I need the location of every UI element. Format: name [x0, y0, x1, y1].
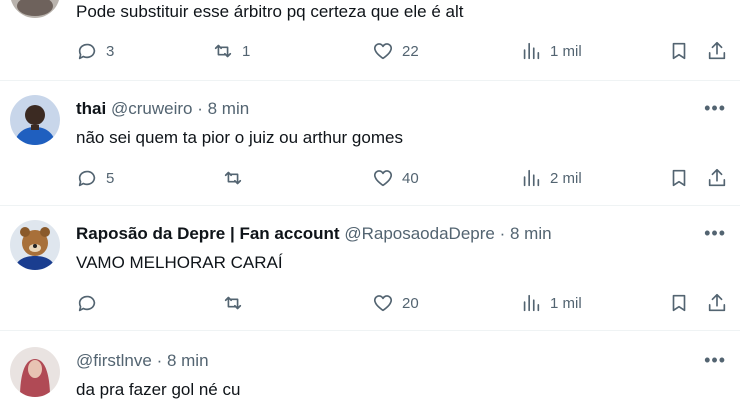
bookmark-button[interactable] — [668, 164, 690, 192]
share-icon — [708, 41, 726, 60]
repost-icon — [224, 296, 242, 310]
views-button[interactable]: 2 mil — [520, 164, 582, 192]
avatar[interactable] — [10, 220, 60, 270]
views-count: 1 mil — [550, 294, 582, 312]
views-icon — [523, 42, 540, 60]
views-count: 1 mil — [550, 42, 582, 60]
repost-button[interactable] — [222, 289, 260, 317]
like-count: 20 — [402, 294, 419, 312]
heart-icon — [373, 170, 393, 187]
like-count: 22 — [402, 42, 419, 60]
reply-icon — [78, 170, 96, 187]
repost-icon — [224, 171, 242, 185]
like-button[interactable]: 40 — [372, 164, 419, 192]
timestamp[interactable]: 8 min — [208, 99, 250, 118]
reply-button[interactable]: 5 — [76, 164, 114, 192]
post-0[interactable]: Pode substituir esse árbitro pq certeza … — [0, 0, 740, 80]
bookmark-button[interactable] — [668, 37, 690, 65]
repost-count: 1 — [242, 42, 251, 60]
timestamp[interactable]: 8 min — [167, 351, 209, 370]
separator-dot: · — [156, 351, 163, 370]
share-icon — [708, 168, 726, 187]
more-options-icon[interactable]: ••• — [704, 223, 726, 244]
avatar[interactable] — [10, 0, 60, 18]
timestamp[interactable]: 8 min — [510, 224, 552, 243]
post-text: não sei quem ta pior o juiz ou arthur go… — [76, 128, 403, 147]
bookmark-icon — [672, 294, 686, 312]
post-1[interactable]: thai @cruweiro · 8 min ••• não sei quem … — [0, 81, 740, 205]
post-3[interactable]: @firstlnve · 8 min ••• da pra fazer gol … — [0, 331, 740, 416]
post-actions: 20 1 mil — [76, 289, 736, 317]
handle[interactable]: @cruweiro — [111, 99, 193, 118]
post-header: @firstlnve · 8 min — [76, 351, 209, 371]
avatar[interactable] — [10, 95, 60, 145]
more-options-icon[interactable]: ••• — [704, 350, 726, 371]
share-button[interactable] — [706, 37, 728, 65]
like-button[interactable]: 22 — [372, 37, 419, 65]
post-2[interactable]: Raposão da Depre | Fan account @Raposaod… — [0, 206, 740, 330]
heart-icon — [373, 295, 393, 312]
reply-icon — [78, 295, 96, 312]
post-actions: 3 1 22 1 mil — [76, 37, 736, 65]
post-text: Pode substituir esse árbitro pq certeza … — [76, 2, 464, 21]
share-button[interactable] — [706, 289, 728, 317]
bookmark-icon — [672, 42, 686, 60]
post-text: VAMO MELHORAR CARAÍ — [76, 253, 283, 272]
separator-dot: · — [499, 224, 506, 243]
display-name[interactable]: thai — [76, 99, 106, 118]
handle[interactable]: @firstlnve — [76, 351, 152, 370]
post-header: Raposão da Depre | Fan account @Raposaod… — [76, 224, 552, 244]
post-text: da pra fazer gol né cu — [76, 380, 241, 399]
heart-icon — [373, 43, 393, 60]
avatar[interactable] — [10, 347, 60, 397]
post-header: thai @cruweiro · 8 min — [76, 99, 249, 119]
share-icon — [708, 293, 726, 312]
handle[interactable]: @RaposaodaDepre — [344, 224, 495, 243]
reply-button[interactable] — [76, 289, 114, 317]
views-count: 2 mil — [550, 169, 582, 187]
share-button[interactable] — [706, 164, 728, 192]
post-actions: 5 40 2 mil — [76, 164, 736, 192]
reply-icon — [78, 43, 96, 60]
reply-count: 3 — [106, 42, 115, 60]
repost-button[interactable]: 1 — [212, 37, 250, 65]
display-name[interactable]: Raposão da Depre | Fan account — [76, 224, 340, 243]
reply-count: 5 — [106, 169, 115, 187]
views-button[interactable]: 1 mil — [520, 289, 582, 317]
reply-button[interactable]: 3 — [76, 37, 114, 65]
repost-button[interactable] — [222, 164, 260, 192]
like-button[interactable]: 20 — [372, 289, 419, 317]
bookmark-icon — [672, 169, 686, 187]
repost-icon — [214, 44, 232, 58]
views-icon — [523, 169, 540, 187]
more-options-icon[interactable]: ••• — [704, 98, 726, 119]
separator-dot: · — [197, 99, 203, 118]
bookmark-button[interactable] — [668, 289, 690, 317]
views-button[interactable]: 1 mil — [520, 37, 582, 65]
like-count: 40 — [402, 169, 419, 187]
views-icon — [523, 294, 540, 312]
